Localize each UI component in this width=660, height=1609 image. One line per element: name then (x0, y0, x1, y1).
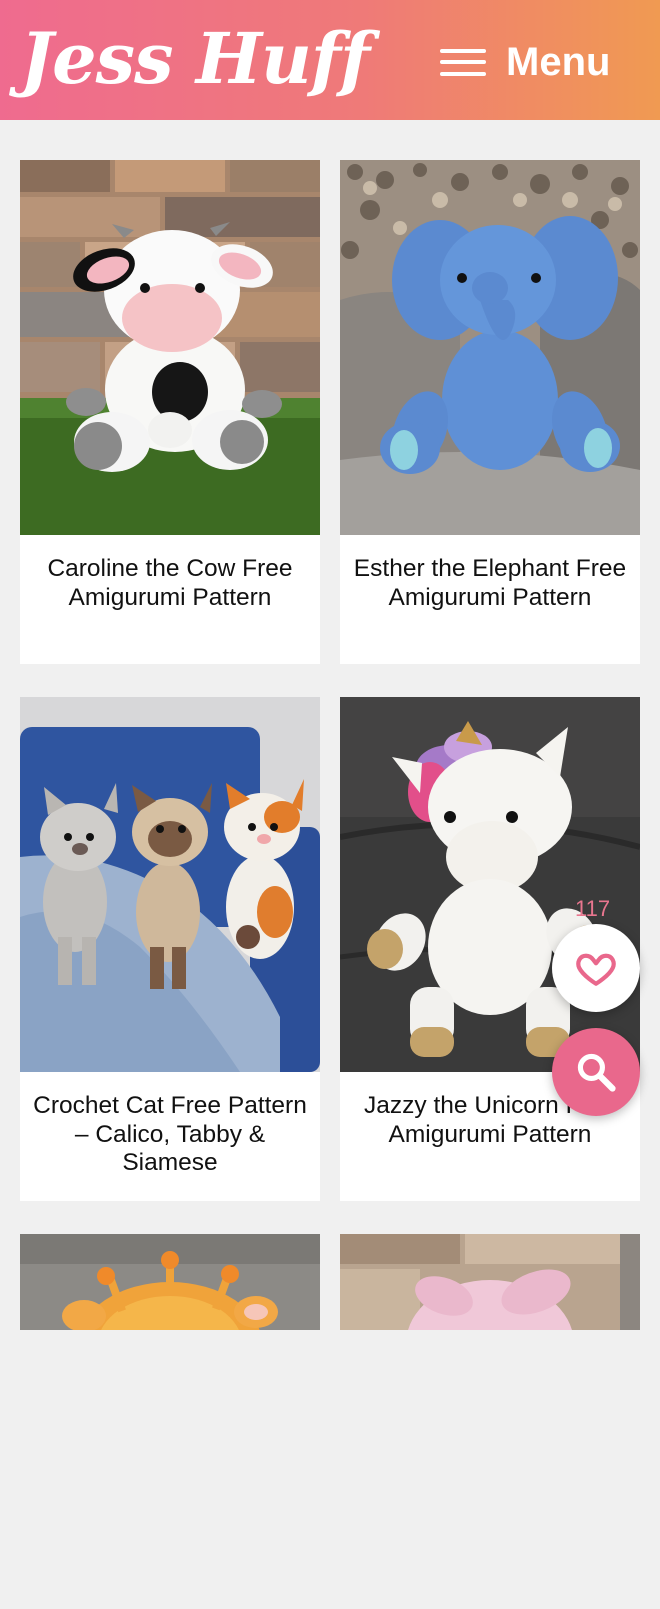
post-card[interactable] (340, 1234, 640, 1330)
elephant-amigurumi-photo[interactable] (340, 160, 640, 535)
cow-amigurumi-photo[interactable] (20, 160, 320, 535)
heart-icon (576, 953, 616, 986)
favorite-button[interactable] (552, 924, 640, 1012)
hamburger-icon (440, 45, 486, 79)
cats-amigurumi-photo[interactable] (20, 697, 320, 1072)
post-title[interactable]: Caroline the Cow Free Amigurumi Pattern (30, 555, 310, 612)
post-card[interactable]: Crochet Cat Free Pattern – Calico, Tabby… (20, 697, 320, 1201)
post-card[interactable] (20, 1234, 320, 1330)
post-title[interactable]: Crochet Cat Free Pattern – Calico, Tabby… (30, 1092, 310, 1178)
post-card[interactable]: Caroline the Cow Free Amigurumi Pattern (20, 160, 320, 664)
search-button[interactable] (552, 1028, 640, 1116)
site-header: Jess Huff Menu (0, 0, 660, 120)
post-title[interactable]: Esther the Elephant Free Amigurumi Patte… (350, 555, 630, 612)
pig-amigurumi-photo[interactable] (340, 1234, 640, 1609)
menu-label: Menu (506, 40, 611, 84)
site-logo[interactable]: Jess Huff (20, 16, 370, 102)
menu-button[interactable]: Menu (440, 36, 630, 88)
post-card[interactable]: Esther the Elephant Free Amigurumi Patte… (340, 160, 640, 664)
unicorn-amigurumi-photo[interactable] (340, 697, 640, 1072)
search-icon (577, 1053, 616, 1092)
favorites-count: 117 (575, 896, 611, 921)
giraffe-amigurumi-photo[interactable] (20, 1234, 320, 1609)
